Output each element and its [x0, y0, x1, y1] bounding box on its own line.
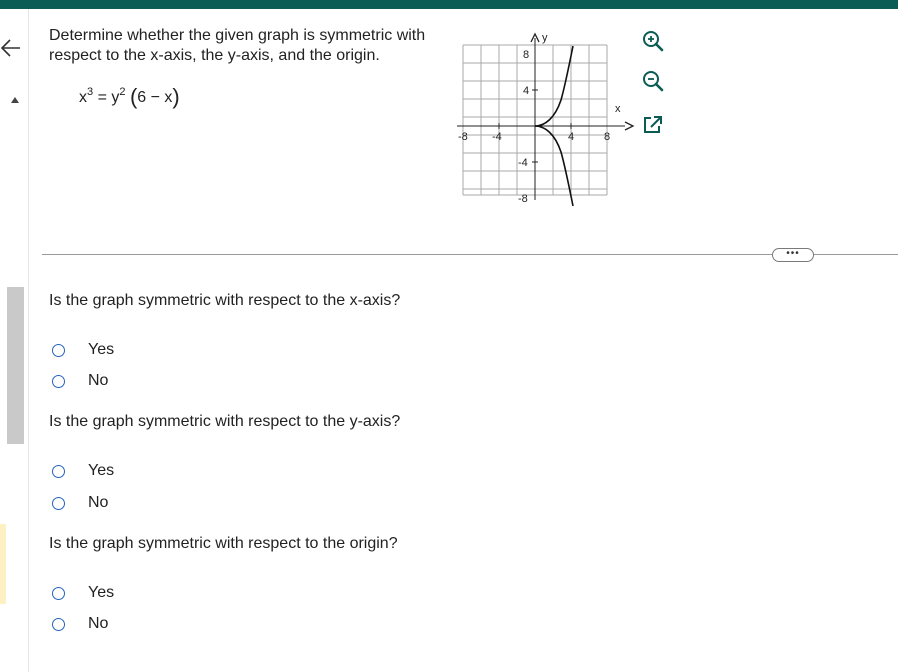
radio-button[interactable]: [52, 617, 65, 631]
option-label[interactable]: Yes: [88, 584, 114, 602]
option-y-yes[interactable]: Yes: [52, 461, 114, 481]
option-label[interactable]: No: [88, 372, 108, 390]
y-axis-label: y: [542, 32, 548, 44]
eq-factor: 6 − x: [137, 89, 173, 106]
question-x-axis: Is the graph symmetric with respect to t…: [49, 292, 401, 309]
eq-close-paren: ): [172, 84, 180, 109]
radio-button[interactable]: [52, 343, 65, 357]
x-tick-label: -4: [492, 131, 502, 143]
option-y-no[interactable]: No: [52, 493, 108, 513]
x-axis-arrow: [624, 121, 635, 131]
option-x-no[interactable]: No: [52, 371, 108, 391]
y-tick-label: -8: [518, 193, 528, 205]
eq-rhs-exp: 2: [119, 86, 126, 98]
option-label[interactable]: Yes: [88, 462, 114, 480]
y-tick-label: 4: [523, 85, 529, 97]
radio-button[interactable]: [52, 586, 65, 600]
radio-button[interactable]: [52, 464, 65, 478]
y-tick-label: 8: [523, 49, 529, 61]
eq-equals: =: [97, 89, 107, 106]
option-origin-no[interactable]: No: [52, 614, 108, 634]
back-arrow-icon[interactable]: [0, 36, 24, 60]
question-y-axis: Is the graph symmetric with respect to t…: [49, 413, 401, 430]
section-divider: [42, 254, 898, 255]
x-axis-label: x: [615, 103, 621, 115]
eq-lhs-base: x: [79, 89, 87, 106]
option-x-yes[interactable]: Yes: [52, 340, 114, 360]
option-origin-yes[interactable]: Yes: [52, 583, 114, 603]
scroll-up-arrow[interactable]: [11, 97, 19, 103]
side-highlight: [0, 524, 6, 604]
option-label[interactable]: No: [88, 615, 108, 633]
equation: x3 = y2 (6 − x): [79, 84, 180, 110]
problem-statement: Determine whether the given graph is sym…: [49, 27, 426, 64]
zoom-in-icon[interactable]: [640, 28, 666, 54]
radio-button[interactable]: [52, 374, 65, 388]
graph: y x -8 -4 4 8 8 4 -4 -8: [457, 32, 635, 207]
x-tick-label: 4: [568, 131, 574, 143]
zoom-out-icon[interactable]: [640, 68, 666, 94]
option-label[interactable]: Yes: [88, 341, 114, 359]
x-tick-label: -8: [458, 131, 468, 143]
y-tick-label: -4: [518, 157, 528, 169]
top-bar: [0, 0, 898, 9]
more-options-button[interactable]: •••: [772, 248, 814, 262]
external-link-icon[interactable]: [640, 112, 666, 138]
radio-button[interactable]: [52, 496, 65, 510]
question-origin: Is the graph symmetric with respect to t…: [49, 535, 398, 552]
scrollbar-thumb[interactable]: [7, 287, 24, 444]
eq-lhs-exp: 3: [87, 86, 94, 98]
option-label[interactable]: No: [88, 494, 108, 512]
x-tick-label: 8: [604, 131, 610, 143]
curve-upper: [534, 45, 574, 127]
